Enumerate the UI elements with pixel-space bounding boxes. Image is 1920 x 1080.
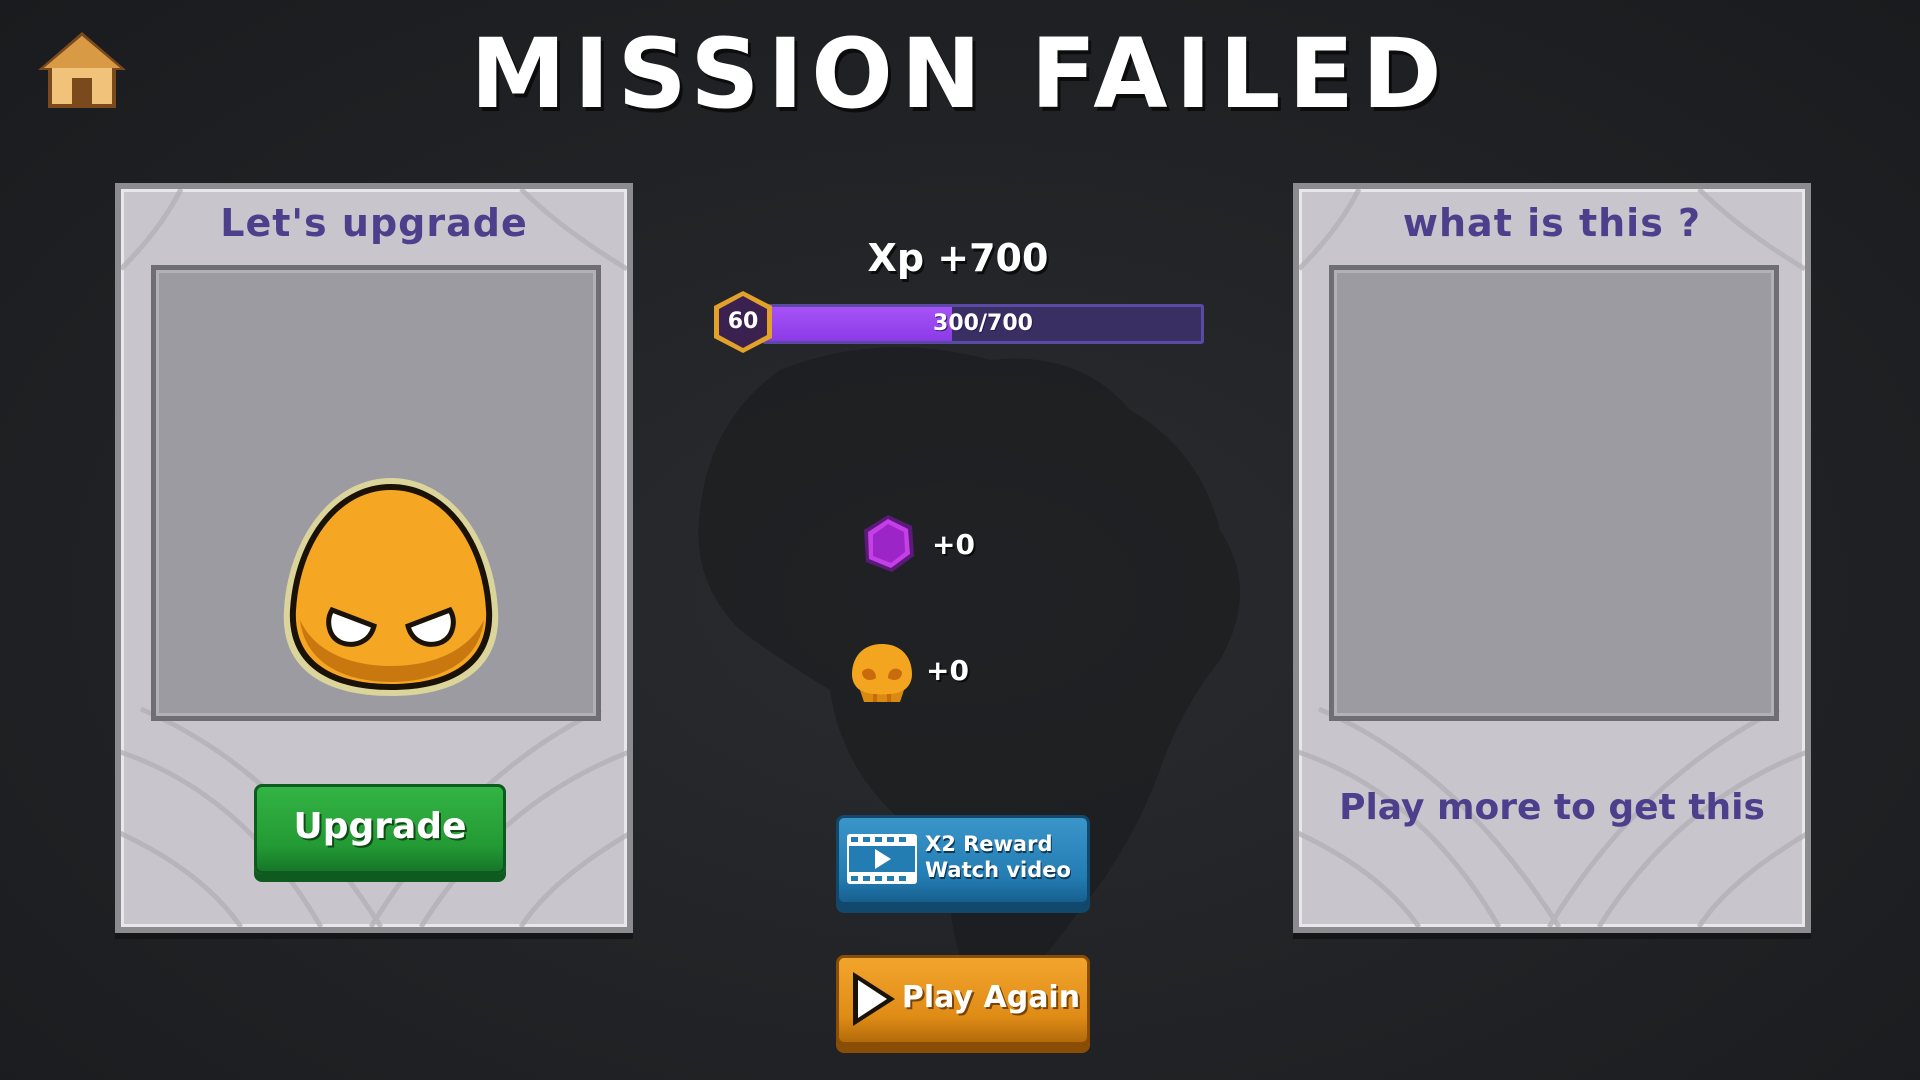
skull-reward-value: +0 xyxy=(926,654,969,687)
gem-reward-value: +0 xyxy=(932,528,975,561)
character-frame xyxy=(151,265,601,721)
upgrade-card-title: Let's upgrade xyxy=(220,201,528,245)
xp-progress-bar: 300/700 xyxy=(762,304,1204,344)
upgrade-card: Let's upgrade Upgrade xyxy=(115,183,633,933)
play-icon xyxy=(853,972,895,1026)
video-reward-line1: X2 Reward xyxy=(925,832,1053,856)
mystery-card-title: what is this ? xyxy=(1402,201,1702,245)
xp-gain-label: Xp +700 xyxy=(867,236,1049,280)
page-title: MISSION FAILED xyxy=(470,18,1450,130)
mystery-frame xyxy=(1329,265,1779,721)
xp-progress-text: 300/700 xyxy=(933,311,1033,336)
watch-video-reward-button[interactable]: X2 Reward Watch video xyxy=(836,815,1090,905)
skull-coin-icon xyxy=(852,644,912,702)
mystery-card-hint: Play more to get this xyxy=(1339,787,1765,828)
video-reward-line2: Watch video xyxy=(925,858,1071,882)
video-icon xyxy=(847,834,917,884)
upgrade-button[interactable]: Upgrade xyxy=(254,784,506,874)
background-map-silhouette xyxy=(698,347,1240,1021)
mystery-card: what is this ? Play more to get this xyxy=(1293,183,1811,933)
play-again-label: Play Again xyxy=(901,980,1081,1015)
orange-blob-character-icon xyxy=(283,478,499,696)
level-number: 60 xyxy=(727,309,759,334)
purple-gem-icon xyxy=(864,515,914,572)
play-again-button[interactable]: Play Again xyxy=(836,955,1090,1045)
